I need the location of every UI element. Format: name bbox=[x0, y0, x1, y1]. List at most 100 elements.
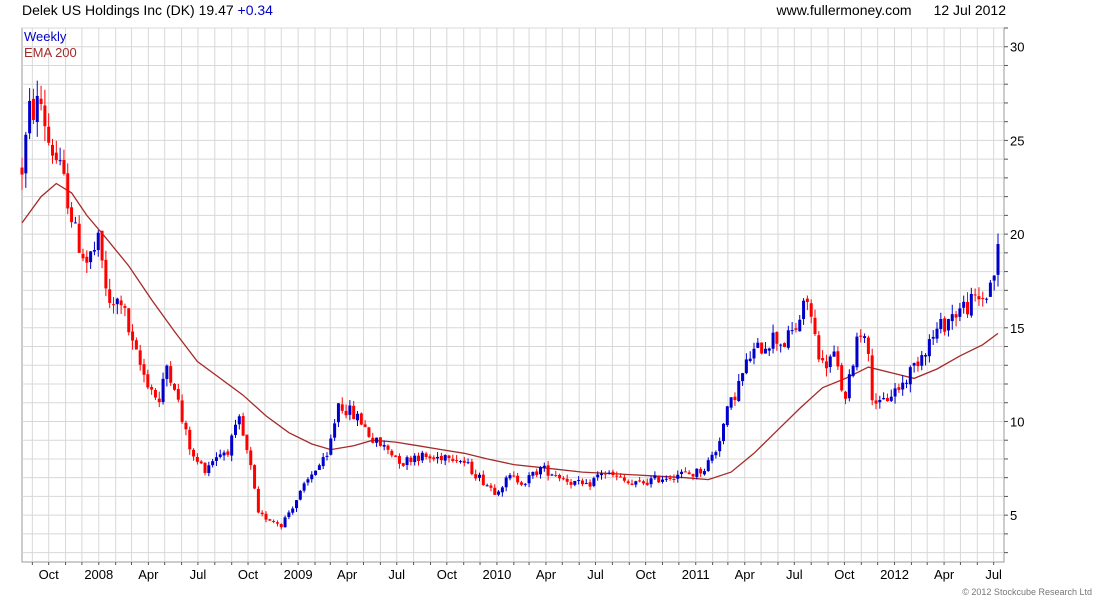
candle-body bbox=[424, 453, 428, 457]
candle-body bbox=[752, 348, 756, 359]
y-tick-label: 15 bbox=[1010, 321, 1024, 336]
candle-body bbox=[192, 449, 196, 457]
candle-body bbox=[767, 348, 771, 351]
candle-body bbox=[733, 396, 737, 401]
candle-body bbox=[439, 455, 443, 461]
candle-body bbox=[836, 351, 840, 367]
candle-body bbox=[329, 438, 333, 455]
y-tick-label: 5 bbox=[1010, 508, 1017, 523]
candle bbox=[241, 412, 245, 437]
candle-body bbox=[478, 474, 482, 478]
candle-body bbox=[695, 468, 699, 477]
candle bbox=[870, 348, 874, 406]
candle-body bbox=[546, 465, 550, 476]
candle-body bbox=[859, 335, 863, 337]
candle-body bbox=[260, 512, 264, 515]
candle-body bbox=[924, 355, 928, 357]
candle-body bbox=[443, 455, 447, 461]
candle-body bbox=[119, 300, 123, 306]
candle-body bbox=[691, 474, 695, 477]
candle-body bbox=[336, 403, 340, 423]
candle-body bbox=[741, 373, 745, 382]
candle-body bbox=[409, 457, 413, 463]
candle-body bbox=[245, 434, 249, 451]
candle-body bbox=[977, 296, 981, 300]
candle-body bbox=[85, 256, 89, 263]
candle-body bbox=[150, 386, 154, 390]
candle-body bbox=[489, 485, 493, 488]
candle-body bbox=[851, 365, 855, 376]
candle-body bbox=[523, 483, 527, 485]
x-tick-label: Apr bbox=[337, 567, 358, 582]
x-tick-label: Oct bbox=[39, 567, 60, 582]
x-tick-label: Jul bbox=[388, 567, 405, 582]
candle-body bbox=[729, 397, 733, 408]
candle bbox=[378, 437, 382, 447]
candle-body bbox=[771, 332, 775, 349]
x-tick-label: Jul bbox=[786, 567, 803, 582]
candle-body bbox=[165, 365, 169, 379]
candle-body bbox=[943, 318, 947, 332]
candle bbox=[256, 486, 260, 514]
x-tick-label: Apr bbox=[934, 567, 955, 582]
candle-body bbox=[241, 416, 245, 436]
x-tick-label: 2012 bbox=[880, 567, 909, 582]
candle-body bbox=[920, 355, 924, 366]
candle-body bbox=[161, 378, 165, 403]
candle-body bbox=[363, 424, 367, 427]
candle-body bbox=[619, 476, 623, 478]
candle-body bbox=[912, 363, 916, 366]
candle-body bbox=[832, 351, 836, 357]
candle-body bbox=[996, 244, 1000, 275]
x-tick-label: Oct bbox=[834, 567, 855, 582]
candle-body bbox=[348, 405, 352, 415]
candle bbox=[298, 489, 302, 501]
candle-body bbox=[821, 357, 825, 361]
candle-body bbox=[916, 361, 920, 367]
candle-body bbox=[81, 253, 85, 259]
candle-body bbox=[386, 445, 390, 450]
candle-body bbox=[954, 314, 958, 318]
candle-body bbox=[96, 232, 100, 251]
candle-body bbox=[630, 483, 634, 485]
x-axis: Oct 2008 Apr Jul Oct 2009 Apr Jul Oct 2010 Apr Jul O… bbox=[31, 562, 1002, 582]
x-tick-label: 2008 bbox=[84, 567, 113, 582]
candle-body bbox=[127, 308, 131, 333]
candle-body bbox=[908, 367, 912, 385]
candle-body bbox=[173, 383, 177, 390]
candle-body bbox=[863, 336, 867, 338]
candle-body bbox=[493, 487, 497, 495]
candle-body bbox=[824, 361, 828, 369]
candle-body bbox=[112, 304, 116, 306]
candle-body bbox=[230, 435, 234, 456]
candle-body bbox=[870, 355, 874, 401]
candle-body bbox=[600, 473, 604, 476]
candle-body bbox=[356, 413, 360, 421]
candle-body bbox=[417, 455, 421, 461]
candle-body bbox=[802, 300, 806, 320]
candle-body bbox=[24, 134, 28, 174]
candle-body bbox=[580, 480, 584, 485]
candle-body bbox=[542, 465, 546, 468]
candle-body bbox=[485, 485, 489, 487]
candle-body bbox=[661, 479, 665, 482]
candle-body bbox=[981, 298, 985, 300]
candle-body bbox=[641, 481, 645, 484]
candle-body bbox=[310, 474, 314, 480]
candle-body bbox=[203, 462, 207, 473]
candle-body bbox=[657, 475, 661, 483]
candle-body bbox=[89, 251, 93, 263]
candle-body bbox=[291, 508, 295, 513]
candle-body bbox=[805, 298, 809, 303]
candle-body bbox=[333, 423, 337, 438]
candle-body bbox=[314, 470, 318, 475]
candle-body bbox=[794, 328, 798, 330]
candle-body bbox=[157, 398, 161, 403]
candle-body bbox=[199, 461, 203, 464]
candle-body bbox=[638, 480, 642, 482]
candle-body bbox=[706, 460, 710, 472]
candle-body bbox=[840, 365, 844, 391]
candle-body bbox=[256, 488, 260, 513]
candle-body bbox=[783, 343, 787, 348]
candle-body bbox=[725, 406, 729, 426]
